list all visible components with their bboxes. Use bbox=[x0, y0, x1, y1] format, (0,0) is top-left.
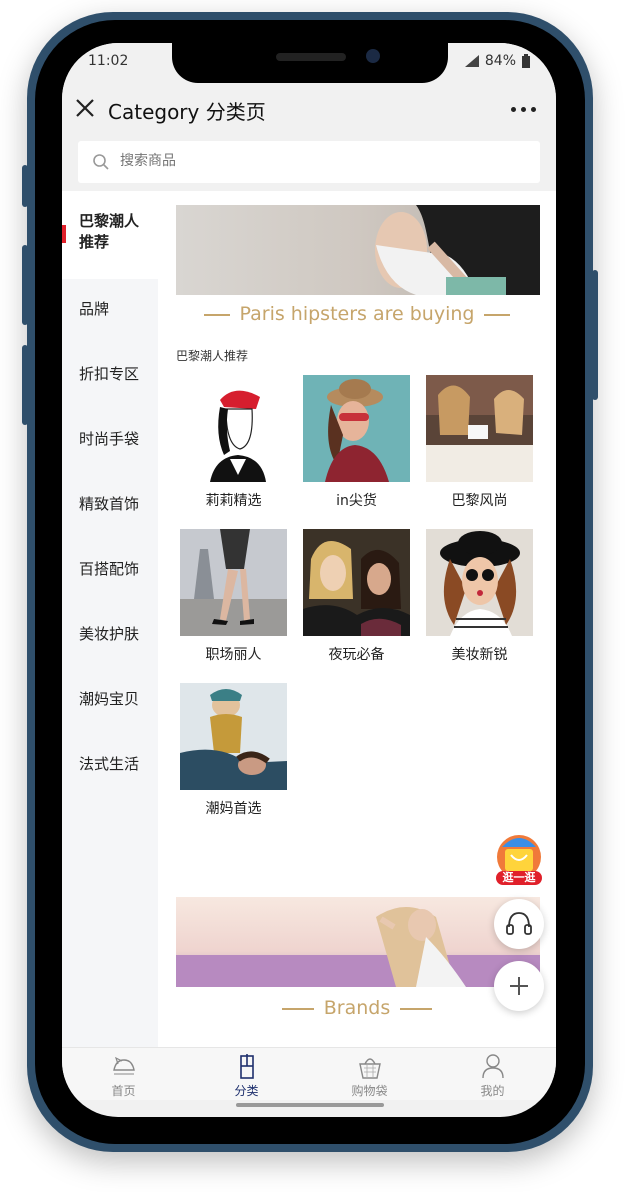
tile-image bbox=[303, 529, 410, 636]
add-button[interactable] bbox=[494, 961, 544, 1011]
banner-paris-hipsters[interactable] bbox=[176, 205, 540, 295]
sidebar-item-label: 巴黎潮人推荐 bbox=[79, 212, 140, 251]
sidebar-item-label: 百搭配饰 bbox=[79, 560, 140, 578]
tab-label: 购物袋 bbox=[351, 1084, 388, 1098]
section-title-paris: Paris hipsters are buying bbox=[158, 303, 556, 325]
sidebar-item-label: 折扣专区 bbox=[79, 365, 140, 383]
tab-label: 分类 bbox=[234, 1084, 259, 1098]
sidebar-item-label: 美妆护肤 bbox=[79, 625, 140, 643]
tile-paris-style[interactable]: 巴黎风尚 bbox=[426, 375, 533, 510]
category-icon bbox=[240, 1054, 254, 1079]
sidebar-item-label: 潮妈宝贝 bbox=[79, 690, 140, 708]
tab-home[interactable]: 首页 bbox=[62, 1048, 185, 1100]
tile-image bbox=[180, 683, 287, 790]
sidebar-item-handbags[interactable]: 时尚手袋 bbox=[62, 409, 158, 469]
tab-mine[interactable]: 我的 bbox=[431, 1048, 554, 1100]
speaker bbox=[276, 53, 346, 61]
banner-image bbox=[176, 205, 540, 295]
sidebar-item-brands[interactable]: 品牌 bbox=[62, 279, 158, 339]
title-divider-right bbox=[484, 313, 511, 316]
status-time: 11:02 bbox=[88, 53, 129, 69]
tile-career-lady[interactable]: 职场丽人 bbox=[180, 529, 287, 664]
promo-float-button[interactable]: 逛一逛 bbox=[492, 833, 546, 887]
tab-bar: 首页 分类 购物袋 我的 bbox=[62, 1047, 556, 1100]
search-area bbox=[62, 137, 556, 191]
tile-caption: 巴黎风尚 bbox=[451, 493, 508, 509]
sidebar-item-label: 法式生活 bbox=[79, 755, 140, 773]
header: Category 分类页 bbox=[62, 83, 556, 137]
sidebar-item-label: 时尚手袋 bbox=[79, 430, 140, 448]
tab-label: 首页 bbox=[111, 1084, 136, 1098]
camera bbox=[366, 49, 380, 63]
title-divider-left bbox=[203, 313, 230, 316]
sidebar-item-label: 品牌 bbox=[79, 300, 110, 318]
notch bbox=[172, 43, 448, 83]
section-title-text: Brands bbox=[323, 997, 391, 1019]
more-icon[interactable] bbox=[511, 107, 536, 112]
category-sidebar: 巴黎潮人推荐 品牌 折扣专区 时尚手袋 精致首饰 百搭配饰 美妆护肤 潮妈宝贝 … bbox=[62, 191, 158, 1047]
page-title: Category 分类页 bbox=[108, 100, 266, 124]
tile-image bbox=[180, 375, 287, 482]
sidebar-item-jewelry[interactable]: 精致首饰 bbox=[62, 474, 158, 534]
basket-icon bbox=[359, 1058, 381, 1079]
tile-caption: 莉莉精选 bbox=[205, 493, 262, 509]
tile-caption: 职场丽人 bbox=[205, 647, 262, 663]
tile-lily-picks[interactable]: 莉莉精选 bbox=[180, 375, 287, 510]
banner-brands[interactable] bbox=[176, 897, 540, 987]
user-icon bbox=[482, 1054, 504, 1079]
banner-image bbox=[176, 897, 540, 987]
plus-icon bbox=[510, 977, 528, 995]
screen: 11:02 84% Category 分类页 巴黎潮人推荐 品牌 折扣专区 时尚… bbox=[62, 43, 556, 1117]
sidebar-item-mom-baby[interactable]: 潮妈宝贝 bbox=[62, 669, 158, 729]
tile-image bbox=[180, 529, 287, 636]
tab-shopping-bag[interactable]: 购物袋 bbox=[308, 1048, 431, 1100]
active-indicator bbox=[62, 225, 66, 243]
tile-caption: 美妆新锐 bbox=[451, 647, 508, 663]
title-divider-right bbox=[400, 1007, 433, 1010]
sidebar-item-accessories[interactable]: 百搭配饰 bbox=[62, 539, 158, 599]
promo-label: 逛一逛 bbox=[502, 871, 536, 884]
home-indicator bbox=[236, 1103, 384, 1107]
section-title-text: Paris hipsters are buying bbox=[239, 303, 475, 325]
tile-image bbox=[426, 375, 533, 482]
tile-mom-picks[interactable]: 潮妈首选 bbox=[180, 683, 287, 818]
side-button-power bbox=[592, 270, 598, 400]
tile-image bbox=[303, 375, 410, 482]
customer-service-button[interactable] bbox=[494, 899, 544, 949]
tile-image bbox=[426, 529, 533, 636]
battery-icon bbox=[522, 54, 530, 68]
tab-label: 我的 bbox=[480, 1084, 505, 1098]
tile-caption: 夜玩必备 bbox=[328, 647, 385, 663]
tile-beauty-new[interactable]: 美妆新锐 bbox=[426, 529, 533, 664]
sidebar-item-french-life[interactable]: 法式生活 bbox=[62, 734, 158, 794]
section-sub-label: 巴黎潮人推荐 bbox=[176, 349, 249, 363]
close-icon[interactable] bbox=[74, 97, 96, 119]
status-bar: 11:02 84% bbox=[62, 43, 556, 83]
signal-icon bbox=[464, 55, 479, 67]
tile-caption: 潮妈首选 bbox=[205, 801, 262, 817]
side-button-volume-up bbox=[22, 245, 28, 325]
sidebar-item-beauty[interactable]: 美妆护肤 bbox=[62, 604, 158, 664]
tile-in-hot-items[interactable]: in尖货 bbox=[303, 375, 410, 510]
side-button-silent bbox=[22, 165, 28, 207]
side-button-volume-down bbox=[22, 345, 28, 425]
search-input[interactable] bbox=[118, 152, 422, 170]
tile-caption: in尖货 bbox=[336, 493, 377, 509]
title-divider-left bbox=[281, 1007, 314, 1010]
sidebar-item-label: 精致首饰 bbox=[79, 495, 140, 513]
search-box[interactable] bbox=[78, 141, 540, 183]
search-icon bbox=[93, 154, 109, 170]
tab-category[interactable]: 分类 bbox=[185, 1048, 308, 1100]
sidebar-item-paris-picks[interactable]: 巴黎潮人推荐 bbox=[62, 191, 158, 279]
sidebar-item-discount[interactable]: 折扣专区 bbox=[62, 344, 158, 404]
headset-icon bbox=[506, 912, 532, 935]
battery-text: 84% bbox=[484, 53, 516, 69]
status-right: 84% bbox=[464, 53, 530, 69]
tile-night-out[interactable]: 夜玩必备 bbox=[303, 529, 410, 664]
home-logo-icon bbox=[113, 1056, 135, 1075]
